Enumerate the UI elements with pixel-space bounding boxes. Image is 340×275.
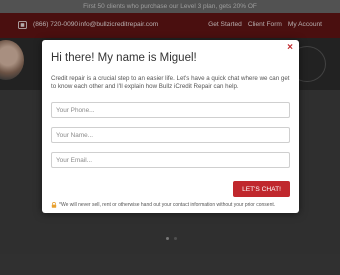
email-field[interactable] <box>51 152 290 168</box>
privacy-note: *We will never sell, rent or otherwise h… <box>51 202 275 208</box>
privacy-text: *We will never sell, rent or otherwise h… <box>59 202 276 208</box>
modal-title: Hi there! My name is Miguel! <box>51 52 197 64</box>
chat-modal: × Hi there! My name is Miguel! Credit re… <box>42 40 299 213</box>
modal-intro: Credit repair is a crucial step to an ea… <box>51 75 290 91</box>
lets-chat-button[interactable]: LET'S CHAT! <box>233 181 290 197</box>
name-field[interactable] <box>51 127 290 143</box>
lock-icon <box>51 202 57 208</box>
close-icon[interactable]: × <box>287 43 293 53</box>
phone-field[interactable] <box>51 102 290 118</box>
